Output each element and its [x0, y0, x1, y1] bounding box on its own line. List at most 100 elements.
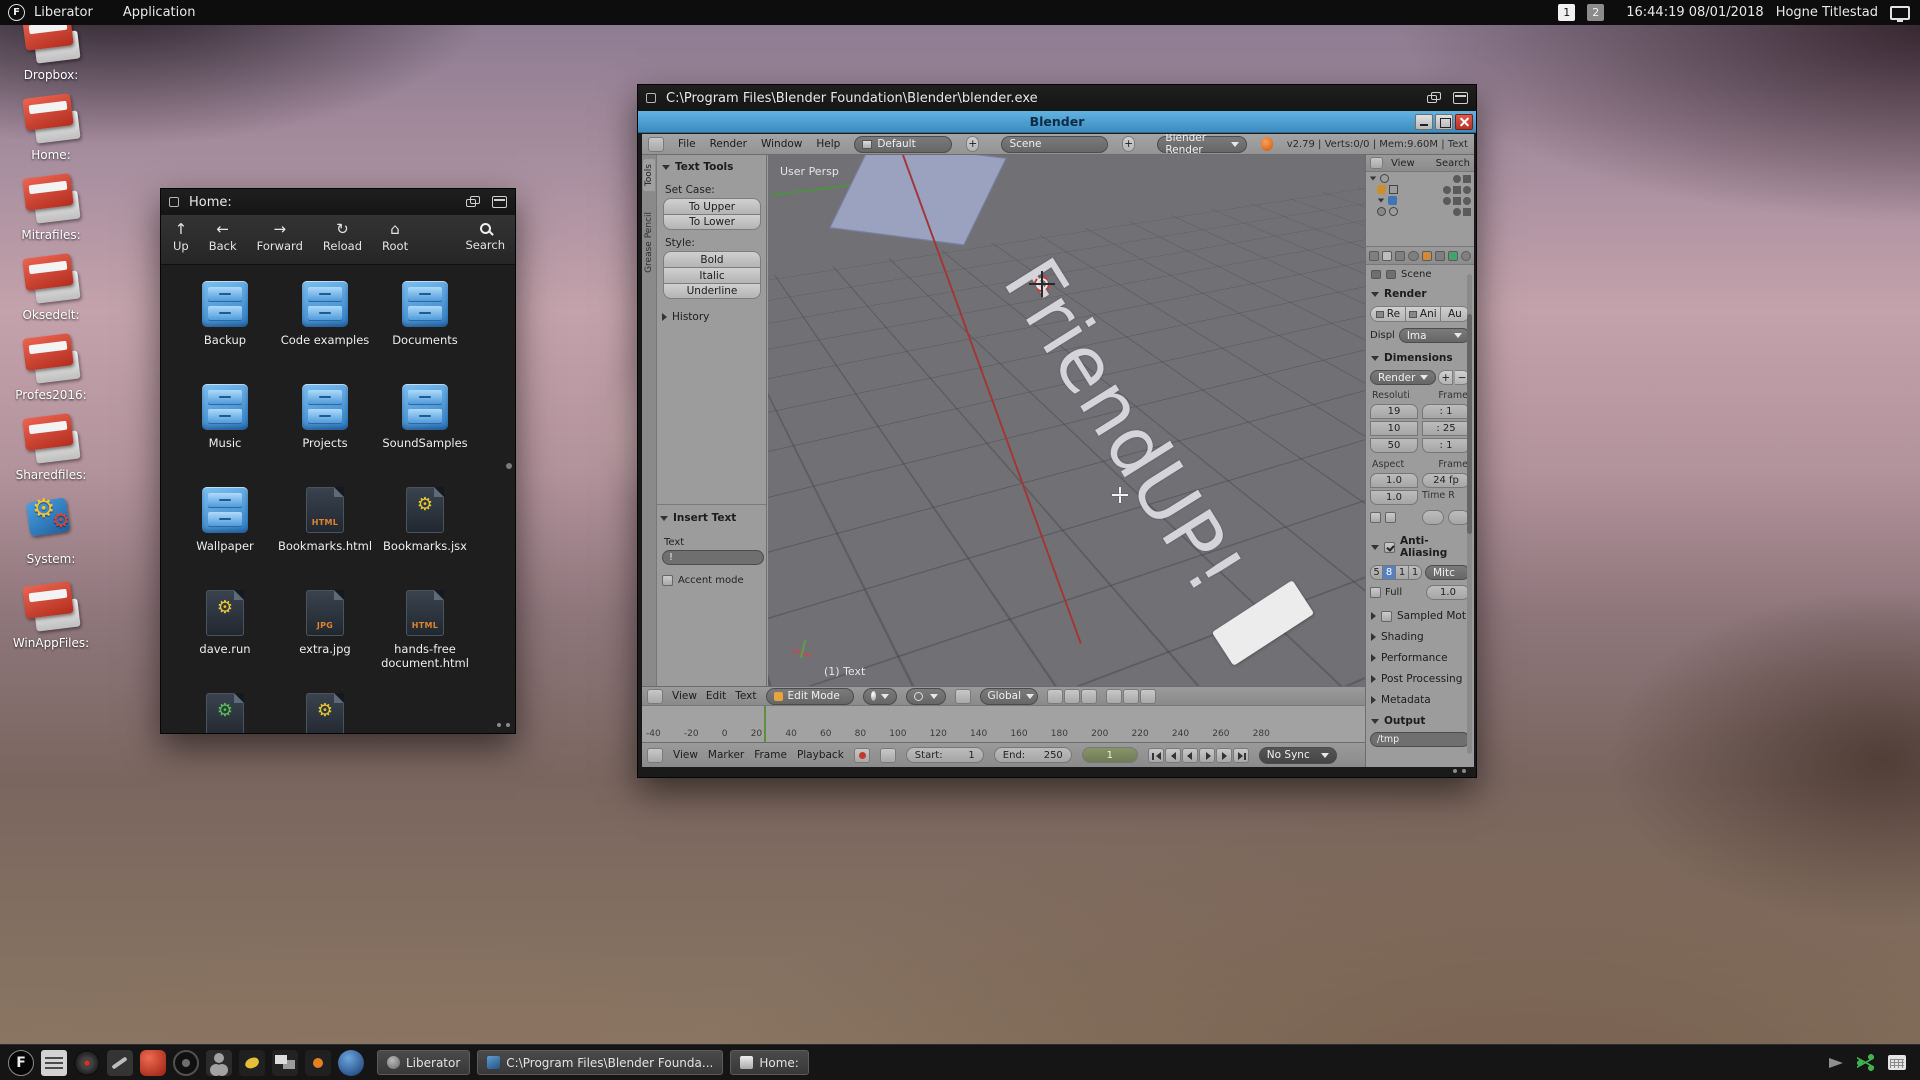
- tab-grease-pencil[interactable]: Grease Pencil: [643, 207, 655, 278]
- aa-samples-8-button[interactable]: 8: [1383, 565, 1396, 580]
- window-menu-icon[interactable]: [646, 93, 656, 103]
- file-item-partial-2[interactable]: ⚙: [275, 693, 375, 733]
- file-item-bookmarks-html[interactable]: HTML Bookmarks.html: [275, 487, 375, 553]
- desktop-icon-winappfiles[interactable]: WinAppFiles:: [10, 580, 92, 660]
- file-item-wallpaper[interactable]: Wallpaper: [175, 487, 275, 553]
- translate-manipulator-icon[interactable]: [1047, 689, 1063, 704]
- send-icon[interactable]: [1829, 1058, 1843, 1068]
- root-button[interactable]: ⌂ Root: [382, 221, 408, 253]
- lock-icon[interactable]: [880, 748, 896, 763]
- jump-end-icon[interactable]: [1233, 748, 1249, 763]
- dimensions-panel-header[interactable]: Dimensions: [1371, 352, 1474, 364]
- current-frame-field[interactable]: 1: [1082, 747, 1138, 763]
- resolution-y-field[interactable]: 10: [1370, 421, 1418, 436]
- desktop-icon-mitrafiles[interactable]: Mitrafiles:: [10, 172, 92, 252]
- scrollbar-thumb[interactable]: [1467, 314, 1472, 534]
- window-depth-icon[interactable]: [466, 196, 480, 208]
- render-engine-selector[interactable]: Blender Render: [1157, 136, 1246, 153]
- desktop-icon-system[interactable]: ⚙⚙ System:: [10, 492, 92, 580]
- render-border-icon[interactable]: [1123, 689, 1139, 704]
- output-panel-header[interactable]: Output: [1371, 715, 1474, 727]
- friend-logo-icon[interactable]: F: [8, 4, 25, 21]
- wine-titlebar[interactable]: Blender: [638, 111, 1476, 133]
- pin-icon[interactable]: [1371, 270, 1381, 279]
- window-resize-grip[interactable]: [1453, 769, 1466, 773]
- tab-material-icon[interactable]: [1461, 251, 1471, 261]
- resolution-x-field[interactable]: 19: [1370, 404, 1418, 419]
- outliner-row[interactable]: [1369, 196, 1471, 205]
- display-mode-selector[interactable]: Ima: [1399, 328, 1470, 343]
- file-item-code-examples[interactable]: Code examples: [275, 281, 375, 347]
- motion-blur-checkbox[interactable]: [1381, 611, 1392, 622]
- window-shade-icon[interactable]: [1453, 92, 1468, 104]
- search-button[interactable]: Search: [465, 221, 505, 252]
- menu-application[interactable]: Application: [123, 5, 196, 20]
- window-shade-icon[interactable]: [492, 196, 507, 208]
- sampled-motion-blur-panel-header[interactable]: Sampled Mot: [1371, 610, 1474, 622]
- scrollbar-thumb[interactable]: [506, 463, 512, 469]
- calendar-icon[interactable]: [1888, 1055, 1906, 1070]
- dock-friend-icon[interactable]: F: [8, 1050, 34, 1076]
- reload-button[interactable]: ↻ Reload: [323, 221, 362, 253]
- wrench-icon[interactable]: [1386, 270, 1396, 279]
- metadata-panel-header[interactable]: Metadata: [1371, 694, 1474, 706]
- maximize-button[interactable]: [1435, 114, 1453, 130]
- tab-object-icon[interactable]: [1422, 251, 1432, 261]
- history-panel-header[interactable]: History: [662, 311, 709, 323]
- desktop-icon-oksedelt[interactable]: Oksedelt:: [10, 252, 92, 332]
- dock-wine-icon[interactable]: [338, 1050, 364, 1076]
- desktop-icon-home[interactable]: Home:: [10, 92, 92, 172]
- add-preset-button[interactable]: +: [1438, 370, 1453, 385]
- properties-scrollbar[interactable]: [1467, 274, 1472, 754]
- desktop-icon-sharedfiles[interactable]: Sharedfiles:: [10, 412, 92, 492]
- task-blender[interactable]: C:\Program Files\Blender Founda...: [477, 1050, 723, 1075]
- editor-type-icon[interactable]: [647, 689, 663, 704]
- accent-mode-checkbox[interactable]: [662, 575, 673, 586]
- file-item-backup[interactable]: Backup: [175, 281, 275, 347]
- outliner-view-menu[interactable]: View: [1391, 158, 1415, 169]
- desktop-icon-profes2016[interactable]: Profes2016:: [10, 332, 92, 412]
- add-scene-button[interactable]: +: [1122, 136, 1135, 152]
- up-button[interactable]: ↑ Up: [173, 221, 189, 253]
- task-liberator[interactable]: Liberator: [377, 1050, 470, 1075]
- tab-scene-icon[interactable]: [1395, 251, 1405, 261]
- aspect-x-field[interactable]: 1.0: [1370, 473, 1418, 488]
- frame-start-field[interactable]: : 1: [1422, 404, 1470, 419]
- window-resize-grip[interactable]: [497, 723, 510, 727]
- file-item-documents[interactable]: Documents: [375, 281, 475, 347]
- play-icon[interactable]: [1199, 748, 1215, 763]
- text-input[interactable]: !: [662, 550, 764, 565]
- render-button[interactable]: Re: [1370, 306, 1406, 322]
- window-menu-icon[interactable]: [169, 197, 179, 207]
- menu-text[interactable]: Text: [735, 690, 756, 702]
- dock-media-player-icon[interactable]: [74, 1050, 100, 1076]
- dock-tools-icon[interactable]: [107, 1050, 133, 1076]
- resolution-pct-field[interactable]: 50: [1370, 438, 1418, 453]
- accent-mode-row[interactable]: Accent mode: [662, 575, 744, 586]
- outliner-row[interactable]: [1369, 207, 1471, 216]
- tab-modifiers-icon[interactable]: [1435, 251, 1445, 261]
- pivot-selector[interactable]: [906, 688, 946, 705]
- frame-end-field[interactable]: End: 250: [994, 747, 1072, 763]
- file-item-bookmarks-jsx[interactable]: ⚙ Bookmarks.jsx: [375, 487, 475, 553]
- file-item-soundsamples[interactable]: SoundSamples: [375, 384, 475, 450]
- menu-edit[interactable]: Edit: [706, 690, 726, 702]
- menu-view[interactable]: View: [672, 690, 697, 702]
- performance-panel-header[interactable]: Performance: [1371, 652, 1474, 664]
- dock-terminal-icon[interactable]: [41, 1050, 67, 1076]
- tab-render-icon[interactable]: [1369, 251, 1379, 261]
- dock-recorder-icon[interactable]: [305, 1050, 331, 1076]
- shading-selector[interactable]: [863, 688, 897, 705]
- filter-size-field[interactable]: 1.0: [1426, 585, 1470, 600]
- viewport-3d[interactable]: FriendUP! User Persp (1) Text: [768, 155, 1365, 686]
- tab-world-icon[interactable]: [1408, 251, 1418, 261]
- underline-button[interactable]: Underline: [663, 283, 761, 299]
- dock-red-app-icon[interactable]: [140, 1050, 166, 1076]
- to-upper-button[interactable]: To Upper: [663, 198, 761, 214]
- border-checkbox[interactable]: [1370, 512, 1381, 523]
- dock-user-icon[interactable]: [206, 1050, 232, 1076]
- antialiasing-checkbox[interactable]: [1384, 542, 1395, 553]
- window-depth-icon[interactable]: [1427, 92, 1441, 104]
- render-panel-header[interactable]: Render: [1371, 288, 1474, 300]
- network-share-icon[interactable]: [1857, 1054, 1874, 1071]
